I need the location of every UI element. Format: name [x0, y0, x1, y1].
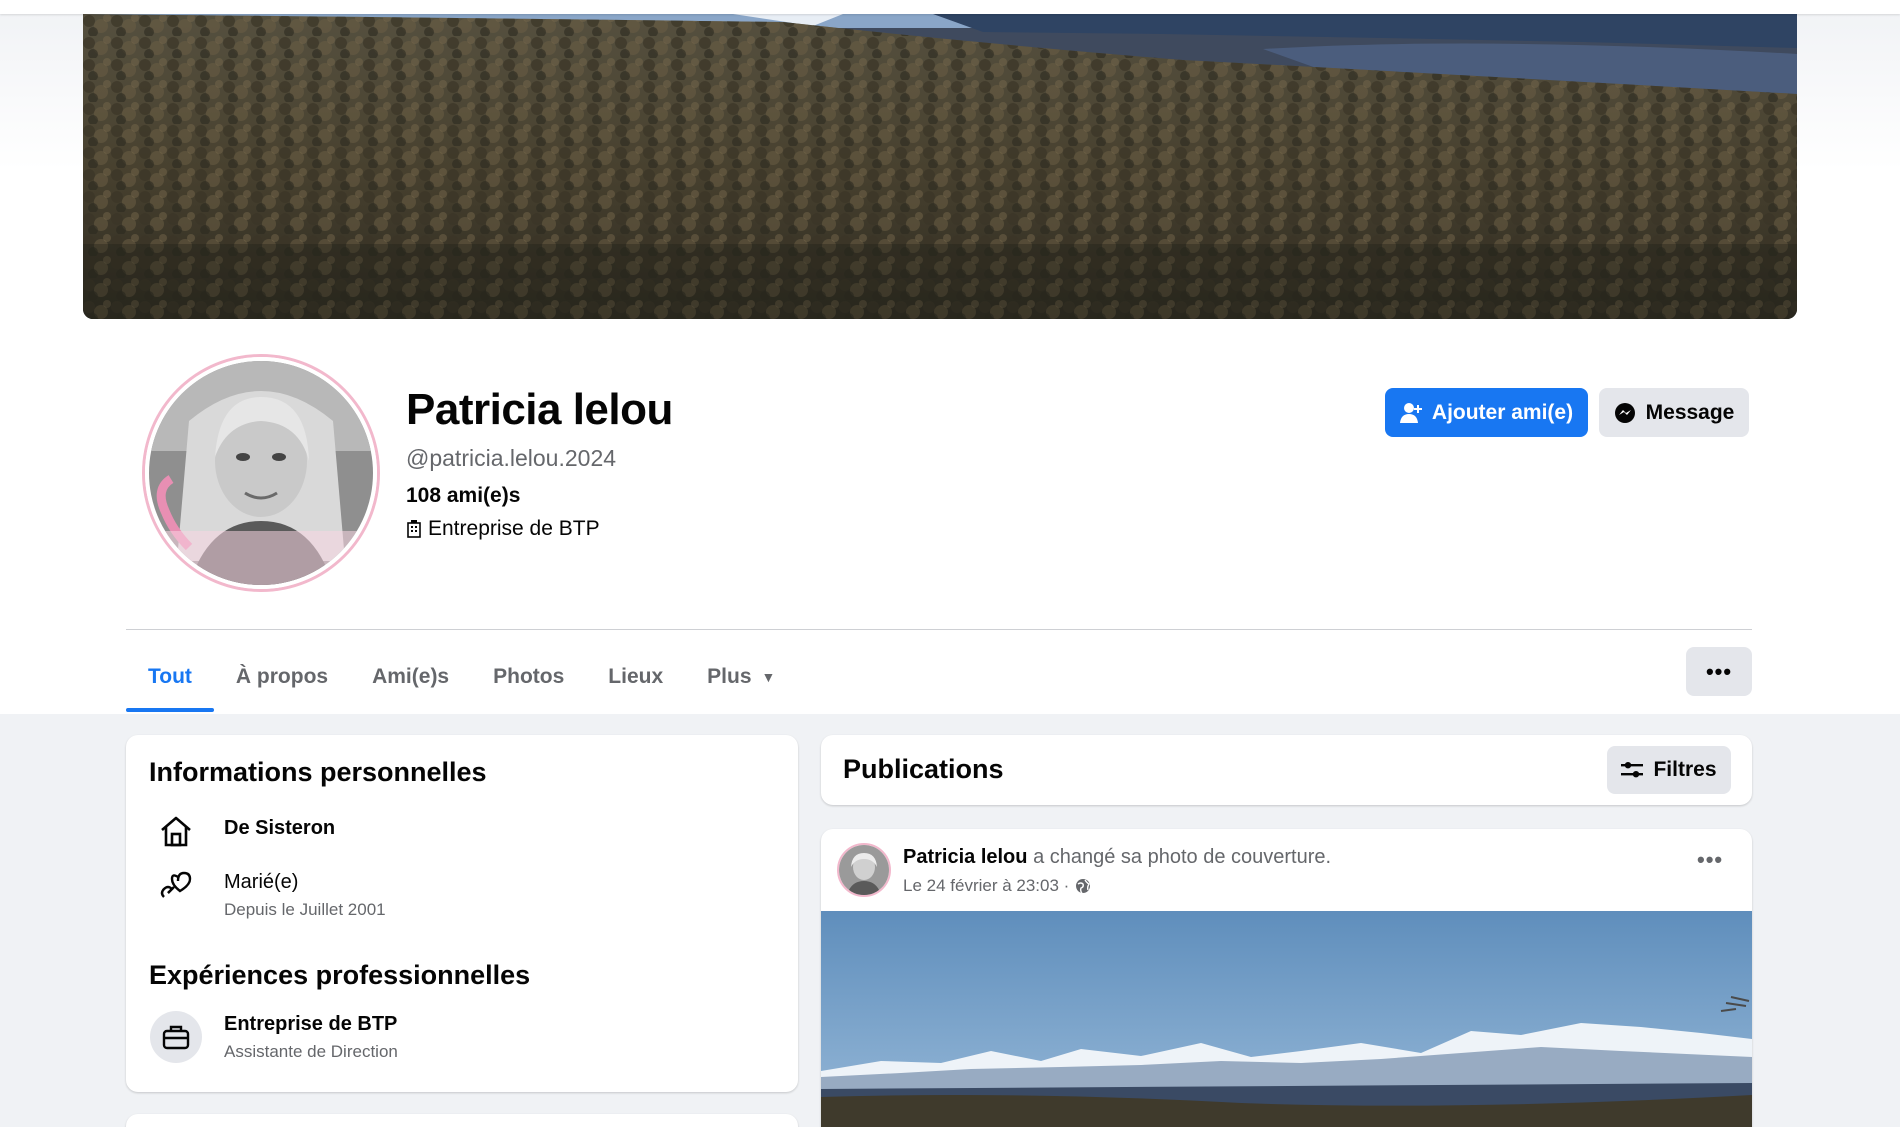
globe-icon	[1076, 879, 1091, 894]
add-friend-icon	[1399, 402, 1422, 423]
relationship-row: Marié(e) Depuis le Juillet 2001	[150, 859, 386, 920]
post-action-text: a changé sa photo de couverture.	[1033, 846, 1332, 868]
profile-name: Patricia lelou	[406, 385, 673, 434]
tab-label: À propos	[235, 665, 329, 688]
building-icon	[407, 520, 421, 538]
heart-icon	[150, 859, 202, 911]
profile-tabs: Tout À propos Ami(e)s Photos Lieux Plus ▼	[126, 640, 797, 714]
profile-workplace: Entreprise de BTP	[406, 517, 600, 541]
post-header: Patricia lelou a changé sa photo de couv…	[903, 846, 1331, 869]
profile-workplace-text: Entreprise de BTP	[428, 517, 600, 540]
message-label: Message	[1645, 400, 1735, 424]
personal-info-title: Informations personnelles	[149, 757, 487, 787]
post-card: Patricia lelou a changé sa photo de couv…	[821, 829, 1752, 1127]
hometown-text: De Sisteron	[224, 817, 336, 839]
profile-handle: @patricia.lelou.2024	[406, 445, 617, 471]
post-author-avatar[interactable]	[837, 843, 891, 897]
personal-info-card: Informations personnelles De Sisteron Ma…	[126, 735, 798, 1092]
tab-label: Plus	[707, 665, 752, 688]
add-friend-button[interactable]: Ajouter ami(e)	[1385, 388, 1588, 437]
tab-places[interactable]: Lieux	[586, 640, 685, 714]
post-cover-photo[interactable]	[821, 911, 1752, 1127]
friends-count-link[interactable]: 108 ami(e)s	[406, 484, 520, 508]
employer-name: Entreprise de BTP	[224, 1013, 398, 1035]
filters-label: Filtres	[1653, 758, 1717, 781]
cover-photo-image	[83, 14, 1797, 319]
relationship-since: Depuis le Juillet 2001	[224, 900, 386, 919]
profile-avatar[interactable]	[145, 357, 377, 589]
publications-title: Publications	[843, 754, 1004, 784]
post-timestamp: Le 24 février à 23:03 ·	[903, 876, 1091, 896]
add-friend-label: Ajouter ami(e)	[1431, 400, 1574, 424]
messenger-icon	[1614, 402, 1635, 423]
tab-label: Photos	[493, 665, 565, 688]
header-divider	[126, 629, 1752, 630]
top-navigation-bar	[0, 0, 1900, 14]
avatar-portrait-image	[149, 361, 373, 585]
tab-label: Tout	[148, 665, 192, 688]
filters-button[interactable]: Filtres	[1607, 746, 1731, 794]
tab-more[interactable]: Plus ▼	[685, 640, 797, 714]
message-button[interactable]: Message	[1599, 388, 1749, 437]
tab-label: Lieux	[608, 665, 664, 688]
tab-photos[interactable]: Photos	[471, 640, 586, 714]
secondary-info-card	[126, 1114, 798, 1127]
relationship-status: Marié(e)	[224, 871, 299, 893]
work-experience-title: Expériences professionnelles	[149, 960, 531, 990]
tab-about[interactable]: À propos	[214, 640, 350, 714]
tab-all[interactable]: Tout	[126, 640, 214, 714]
post-avatar-image	[839, 845, 889, 895]
tab-friends[interactable]: Ami(e)s	[350, 640, 471, 714]
hometown-row: De Sisteron	[150, 805, 335, 857]
employer-row: Entreprise de BTP Assistante de Directio…	[150, 1011, 398, 1063]
caret-down-icon: ▼	[761, 669, 776, 685]
job-title: Assistante de Direction	[224, 1042, 398, 1061]
tab-label: Ami(e)s	[372, 665, 450, 688]
home-icon	[150, 805, 202, 857]
cover-photo[interactable]	[83, 14, 1797, 319]
publications-card: Publications Filtres	[821, 735, 1752, 805]
post-options-button[interactable]: •••	[1697, 847, 1723, 873]
post-timestamp-text[interactable]: Le 24 février à 23:03 ·	[903, 876, 1069, 896]
filters-icon	[1621, 762, 1644, 778]
profile-more-button[interactable]: •••	[1686, 647, 1752, 696]
briefcase-icon	[150, 1011, 202, 1063]
post-author-name[interactable]: Patricia lelou	[903, 846, 1028, 868]
